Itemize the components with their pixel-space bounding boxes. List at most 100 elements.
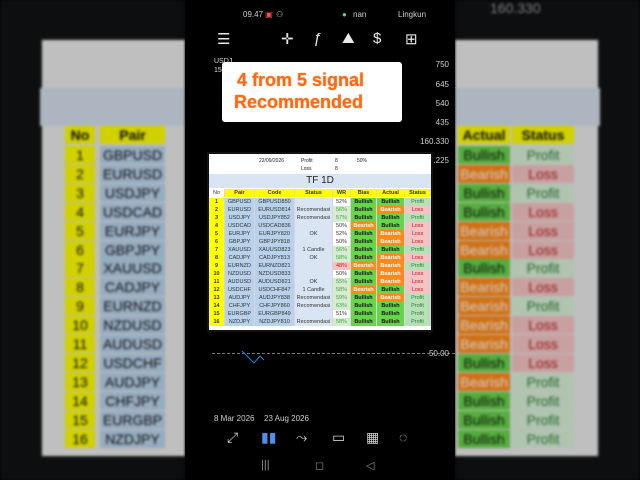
table-cell-bias: Bullish [351,198,377,206]
table-cell-status: 1 Candle [295,246,333,254]
table-cell-no: 9 [209,262,225,270]
notification-icon: ▣ [265,10,273,19]
history-icon[interactable]: ▭ [332,429,345,446]
background-cell: Bearish [458,240,510,259]
table-date: 22/09/2026 [259,158,285,164]
background-cell: Profit [512,259,574,278]
table-cell-no: 5 [209,230,225,238]
table-cell-no: 13 [209,294,225,302]
table-cell-code: AUDUSD821 [255,278,295,286]
background-cell: Loss [512,335,574,353]
news-icon[interactable]: ▦ [366,429,379,446]
table-cell-bias: Bullish [351,214,377,222]
signal-line-1: 4 from 5 signal [237,70,365,90]
home-icon[interactable]: ◻ [315,459,324,472]
back-icon[interactable]: ◁ [366,459,374,472]
date-axis-label: 8 Mar 2026 [214,414,255,423]
table-cell-status [295,238,333,246]
background-cell: 5 [65,221,95,240]
background-cell: Profit [512,183,574,202]
background-cell: Bullish [458,202,510,221]
table-header-row: No Pair Code Status WR Bias Actual Status [209,188,431,198]
table-cell-wr: 55% [333,278,351,286]
menu-icon[interactable]: ☰ [217,30,230,48]
objects-icon[interactable]: ⛰ [342,30,355,47]
table-cell-actual: Bearish [377,230,405,238]
table-cell-result: Loss [405,254,431,262]
background-cell: 6 [65,240,95,259]
background-cell: Bullish [458,353,510,372]
background-cell: 7 [65,259,95,278]
table-cell-bias: Bullish [351,310,377,318]
table-cell-status: Recomendasi [295,214,333,222]
dollar-icon[interactable]: $ [373,30,381,47]
background-right: 160.330NoPairActualStatus1GBPUSDBullishP… [455,0,640,480]
chat-icon[interactable]: ◌ [399,429,407,445]
crosshair-icon[interactable]: ✛ [281,30,294,48]
background-cell: Profit [512,146,574,164]
column-header: No [209,189,225,197]
table-cell-pair: CHFJPY [225,302,255,310]
system-navigation: ||| ◻ ◁ [185,455,455,480]
table-cell-result: Loss [405,270,431,278]
table-cell-code: CADJPY813 [255,254,295,262]
column-header: Code [255,189,295,197]
background-cell: GBPJPY [100,240,165,259]
table-cell-no: 4 [209,222,225,230]
table-cell-pair: USDCAD [225,222,255,230]
table-cell-actual: Bearish [377,270,405,278]
table-cell-bias: Bullish [351,278,377,286]
background-cell: Loss [512,164,574,183]
table-cell-pair: GBPUSD [225,198,255,206]
table-cell-code: GBPJPY818 [255,238,295,246]
trade-icon[interactable]: ⤳ [296,429,307,446]
table-cell-bias: Bullish [351,254,377,262]
table-cell-result: Loss [405,206,431,214]
table-cell-status: Recomendasi [295,206,333,214]
table-cell-bias: Bearish [351,262,377,270]
table-cell-no: 10 [209,270,225,278]
quotes-icon[interactable]: ⤢ [227,429,238,446]
profit-percent: 50% [357,158,368,164]
table-cell-no: 15 [209,310,225,318]
table-cell-code: CHFJPY860 [255,302,295,310]
table-cell-pair: CADJPY [225,254,255,262]
background-header-band [455,88,600,126]
table-cell-actual: Bearish [377,206,405,214]
recent-apps-icon[interactable]: ||| [261,459,270,471]
table-cell-no: 1 [209,198,225,206]
table-cell-status [295,270,333,278]
table-cell-actual: Bullish [377,222,405,230]
loss-label: Loss [301,166,312,172]
table-cell-pair: EURNZD [225,262,255,270]
table-cell-actual: Bearish [377,238,405,246]
background-cell: Profit [512,391,574,410]
table-cell-wr: 50% [333,270,351,278]
carrier-name: nan [353,10,367,19]
background-cell: 9 [65,297,95,316]
table-cell-wr: 57% [333,214,351,222]
table-cell-no: 3 [209,214,225,222]
bottom-navbar: ⤢ ▮▮ ⤳ ▭ ▦ ◌ [185,425,455,453]
table-cell-result: Profit [405,310,431,318]
table-cell-actual: Bullish [377,214,405,222]
table-cell-pair: EURJPY [225,230,255,238]
background-cell: USDJPY [100,183,165,202]
table-cell-actual: Bearish [377,262,405,270]
background-cell: USDCAD [100,202,165,221]
table-cell-pair: USDCHF [225,286,255,294]
table-cell-status [295,198,333,206]
background-cell: 13 [65,372,95,391]
summary-row: 22/09/2026 Profit 8 50% Loss 8 [209,158,431,174]
background-cell: AUDUSD [100,335,165,353]
table-cell-status: OK [295,230,333,238]
table-cell-result: Loss [405,278,431,286]
new-order-icon[interactable]: ⊞ [405,30,418,48]
background-cell: NZDJPY [100,429,165,448]
table-cell-code: GBPUSD850 [255,198,295,206]
background-header-band [40,88,185,126]
chart-icon[interactable]: ▮▮ [261,429,276,446]
table-cell-actual: Bullish [377,318,405,326]
background-cell: GBPUSD [100,146,165,164]
function-icon[interactable]: ƒ [313,30,321,47]
